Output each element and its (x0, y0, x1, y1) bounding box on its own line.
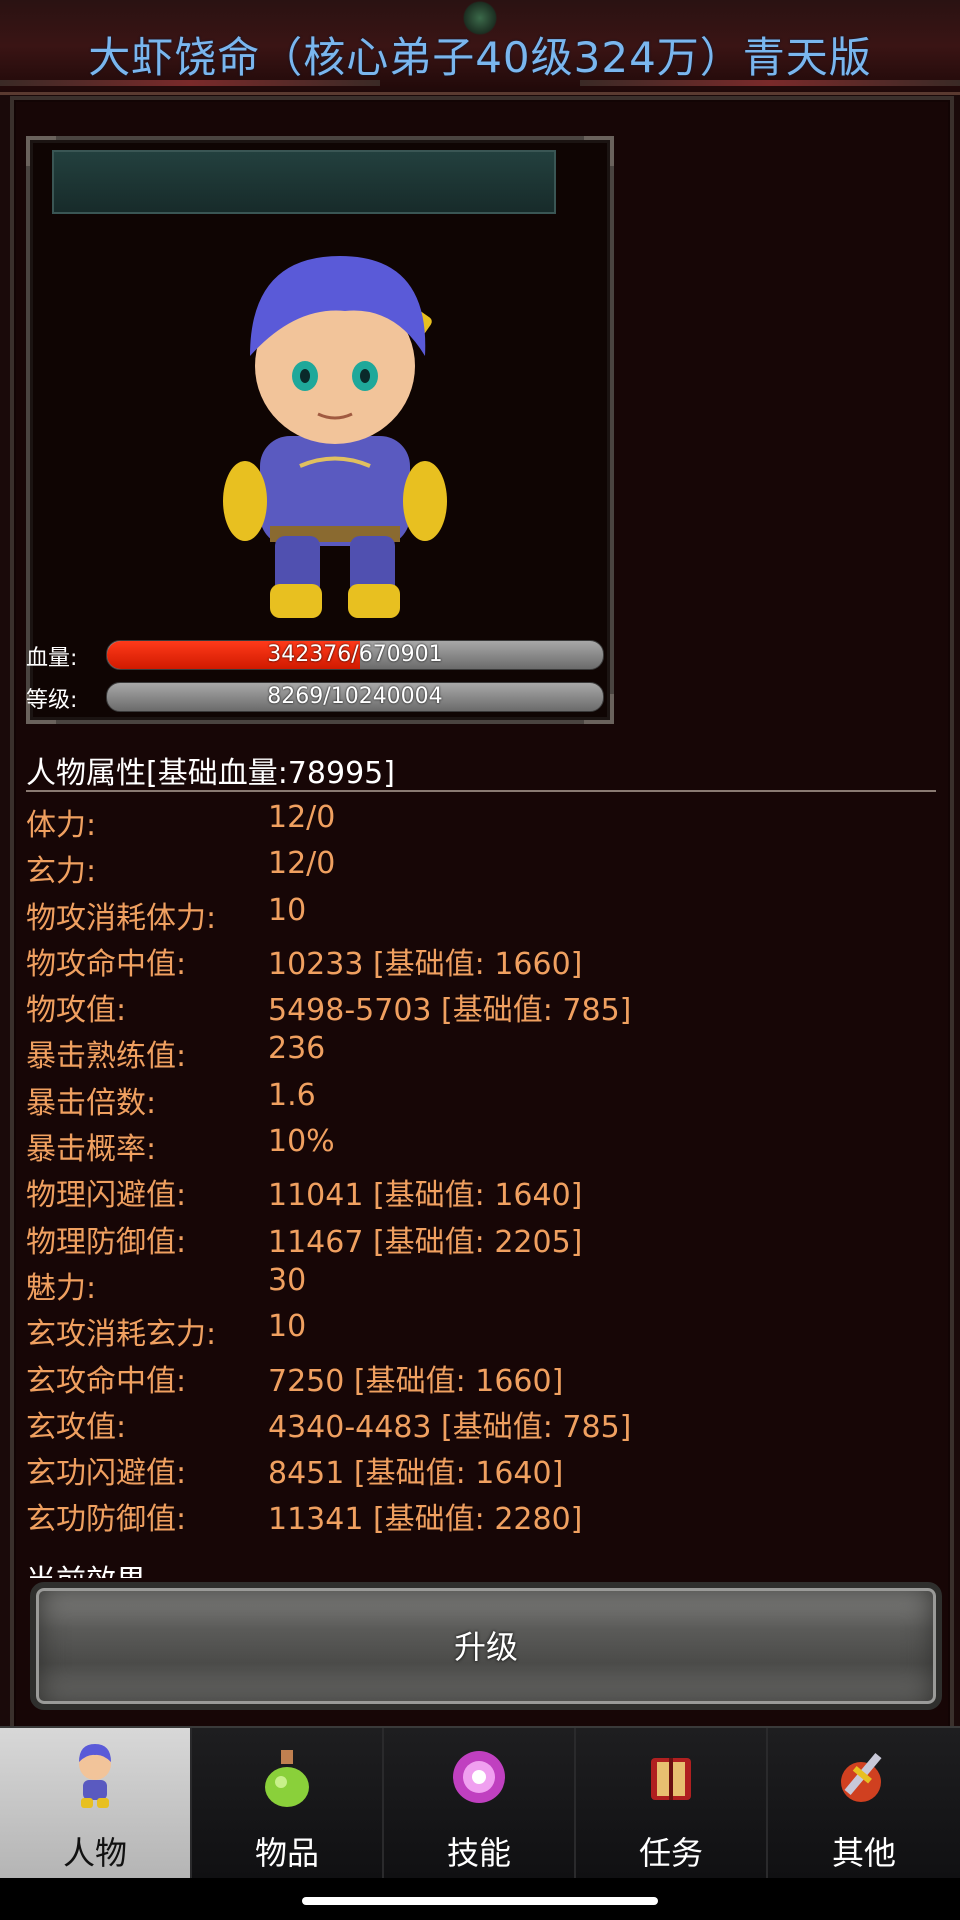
attributes-list: 体力: 12/0 玄力: 12/0 物攻消耗体力: 10 物攻命中值: 10233 [基础值:… (26, 794, 936, 1537)
attribute-value: 11341 [基础值: 2280] (268, 1502, 583, 1538)
attribute-label: 玄力: (26, 854, 97, 890)
hp-value: 342376/670901 (267, 642, 443, 667)
character-icon (65, 1742, 125, 1812)
hp-bar-row: 血量: 342376/670901 (26, 636, 606, 672)
attribute-label: 物攻命中值: (26, 946, 187, 982)
attribute-value: 236 (268, 1031, 326, 1067)
skill-orb-icon (449, 1742, 509, 1812)
attribute-row: 物攻值: 5498-5703 [基础值: 785] (26, 979, 936, 1028)
exp-bar: 8269/10240004 (106, 682, 604, 712)
attribute-row: 物攻消耗体力: 10 (26, 887, 936, 936)
attribute-value: 10% (268, 1124, 335, 1160)
attribute-row: 暴击倍数: 1.6 (26, 1072, 936, 1121)
attribute-row: 物理防御值: 11467 [基础值: 2205] (26, 1211, 936, 1260)
attribute-value: 11467 [基础值: 2205] (268, 1224, 583, 1260)
attribute-row: 暴击概率: 10% (26, 1118, 936, 1167)
attribute-value: 4340-4483 [基础值: 785] (268, 1409, 632, 1445)
attribute-row: 玄攻消耗玄力: 10 (26, 1303, 936, 1352)
attribute-label: 玄功防御值: (26, 1502, 187, 1538)
tab-label: 人物 (62, 1834, 127, 1872)
attribute-row: 玄功闪避值: 8451 [基础值: 1640] (26, 1442, 936, 1491)
quest-book-icon (641, 1742, 701, 1812)
upgrade-button-label: 升级 (453, 1628, 518, 1666)
portrait-name-bar (52, 150, 556, 214)
level-label: 等级: (26, 688, 78, 713)
attribute-row: 物攻命中值: 10233 [基础值: 1660] (26, 933, 936, 982)
potion-icon (257, 1742, 317, 1812)
attribute-value: 5498-5703 [基础值: 785] (268, 993, 632, 1029)
attribute-value: 12/0 (268, 846, 336, 882)
settings-sword-icon (833, 1742, 893, 1812)
attribute-value: 8451 [基础值: 1640] (268, 1456, 564, 1492)
attribute-row: 玄力: 12/0 (26, 840, 936, 889)
frame-corner (26, 136, 56, 166)
attribute-label: 物攻消耗体力: (26, 900, 217, 936)
attribute-label: 物攻值: (26, 993, 127, 1029)
attribute-value: 11041 [基础值: 1640] (268, 1178, 583, 1214)
attribute-label: 魅力: (26, 1270, 97, 1306)
attribute-label: 玄功闪避值: (26, 1456, 187, 1492)
attribute-value: 30 (268, 1262, 307, 1298)
attributes-title: 人物属性[基础血量:78995] (26, 756, 395, 791)
tab-character[interactable]: 人物 (0, 1728, 192, 1880)
home-indicator[interactable] (302, 1897, 658, 1905)
attribute-label: 物理闪避值: (26, 1178, 187, 1214)
attribute-label: 玄攻值: (26, 1409, 127, 1445)
attribute-label: 暴击熟练值: (26, 1039, 187, 1075)
tab-label: 任务 (638, 1834, 703, 1872)
tab-label: 其他 (831, 1834, 896, 1872)
attribute-row: 玄攻命中值: 7250 [基础值: 1660] (26, 1350, 936, 1399)
frame-corner (584, 136, 614, 166)
attribute-row: 玄攻值: 4340-4483 [基础值: 785] (26, 1396, 936, 1445)
attribute-row: 暴击熟练值: 236 (26, 1025, 936, 1074)
attribute-value: 10 (268, 892, 307, 928)
attribute-row: 魅力: 30 (26, 1257, 936, 1306)
attribute-value: 12/0 (268, 800, 336, 835)
hp-bar: 342376/670901 (106, 640, 604, 670)
upgrade-button[interactable]: 升级 (30, 1582, 942, 1710)
tab-quest-book[interactable]: 任务 (576, 1728, 768, 1880)
hp-label: 血量: (26, 646, 78, 671)
character-avatar-icon (223, 256, 447, 618)
attribute-row: 玄功防御值: 11341 [基础值: 2280] (26, 1488, 936, 1537)
tab-label: 物品 (254, 1834, 319, 1872)
app-header: 大虾饶命（核心弟子40级324万）青天版 (0, 0, 960, 95)
attribute-value: 7250 [基础值: 1660] (268, 1363, 564, 1399)
current-effects-heading: 当前效果 (26, 1556, 146, 1578)
attribute-label: 体力: (26, 808, 97, 843)
bottom-tab-bar: 人物 物品 技能 任务 其他 (0, 1726, 960, 1880)
tab-label: 技能 (446, 1834, 511, 1872)
tab-potion[interactable]: 物品 (192, 1728, 384, 1880)
tab-skill-orb[interactable]: 技能 (384, 1728, 576, 1880)
attributes-divider (26, 790, 936, 792)
attribute-row: 体力: 12/0 (26, 794, 936, 843)
attribute-label: 暴击概率: (26, 1132, 157, 1168)
attribute-label: 物理防御值: (26, 1224, 187, 1260)
attribute-label: 玄攻消耗玄力: (26, 1317, 217, 1353)
attribute-label: 玄攻命中值: (26, 1363, 187, 1399)
page-title: 大虾饶命（核心弟子40级324万）青天版 (88, 33, 872, 82)
attribute-row: 物理闪避值: 11041 [基础值: 1640] (26, 1164, 936, 1213)
attribute-value: 10233 [基础值: 1660] (268, 946, 583, 982)
attribute-value: 10 (268, 1309, 307, 1345)
tab-settings-sword[interactable]: 其他 (768, 1728, 960, 1880)
attribute-value: 1.6 (268, 1077, 316, 1113)
attribute-label: 暴击倍数: (26, 1085, 157, 1121)
level-bar-row: 等级: 8269/10240004 (26, 678, 606, 714)
exp-value: 8269/10240004 (267, 684, 443, 709)
